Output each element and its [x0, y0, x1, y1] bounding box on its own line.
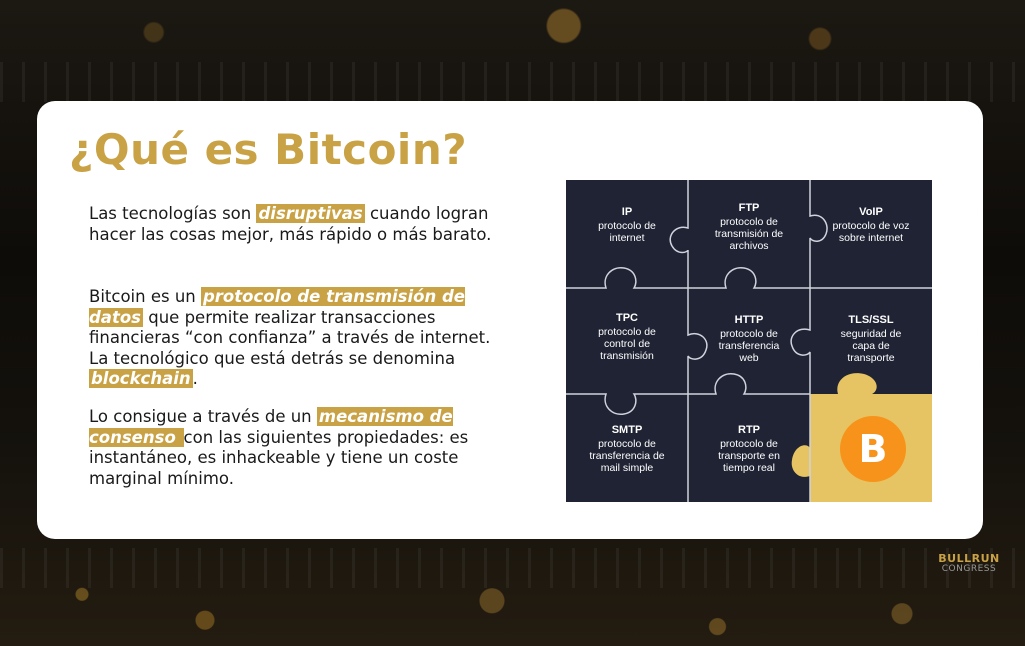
rtp-abbr: RTP	[738, 424, 760, 436]
puzzle-cell-ftp: FTP protocolo de transmisión de archivos	[688, 202, 810, 252]
puzzle-cell-ip: IP protocolo de internet	[566, 206, 688, 244]
rtp-desc: protocolo de transporte en tiempo real	[718, 438, 780, 474]
puzzle-cell-rtp: RTP protocolo de transporte en tiempo re…	[688, 424, 810, 474]
slide-title: ¿Qué es Bitcoin?	[69, 125, 468, 174]
puzzle-cell-voip: VoIP protocolo de voz sobre internet	[810, 206, 932, 244]
tls-abbr: TLS/SSL	[848, 314, 894, 326]
puzzle-cell-tpc: TPC protocolo de control de transmisión	[566, 312, 688, 362]
puzzle-cell-http: HTTP protocolo de transferencia web	[688, 314, 810, 364]
puzzle-line-h1	[566, 267, 932, 289]
background-strip-bottom	[0, 548, 1025, 588]
p2-text-after: .	[192, 369, 198, 388]
tls-desc: seguridad de capa de transporte	[840, 328, 902, 364]
paragraph-disruptive: Las tecnologías son disruptivas cuando l…	[89, 204, 499, 245]
smtp-abbr: SMTP	[611, 424, 643, 436]
protocol-puzzle: IP protocolo de internet FTP protocolo d…	[566, 180, 932, 502]
slide-card: ¿Qué es Bitcoin? Las tecnologías son dis…	[37, 101, 983, 539]
p2-text-before: Bitcoin es un	[89, 287, 201, 306]
p1-text-before: Las tecnologías son	[89, 204, 257, 223]
background-strip-top	[0, 62, 1025, 102]
puzzle-cell-smtp: SMTP protocolo de transferencia de mail …	[566, 424, 688, 474]
highlight-disruptivas: disruptivas	[256, 204, 365, 223]
logo-line2: CONGRESS	[941, 564, 997, 574]
voip-desc: protocolo de voz sobre internet	[832, 220, 910, 244]
paragraph-consensus: Lo consigue a través de un mecanismo de …	[89, 407, 499, 489]
http-desc: protocolo de transferencia web	[718, 328, 780, 364]
bitcoin-logo-icon: B	[840, 416, 906, 482]
paragraph-bitcoin-protocol: Bitcoin es un protocolo de transmisión d…	[89, 287, 499, 390]
puzzle-cell-tls: TLS/SSL seguridad de capa de transporte	[810, 314, 932, 364]
tpc-abbr: TPC	[616, 312, 638, 324]
http-abbr: HTTP	[734, 314, 764, 326]
ip-desc: protocolo de internet	[598, 220, 656, 244]
bullrun-congress-logo: BULLRUN CONGRESS	[938, 552, 1000, 574]
p3-text-before: Lo consigue a través de un	[89, 407, 317, 426]
voip-abbr: VoIP	[859, 206, 883, 218]
highlight-blockchain: blockchain	[89, 369, 193, 388]
smtp-desc: protocolo de transferencia de mail simpl…	[589, 438, 665, 474]
ftp-abbr: FTP	[738, 202, 760, 214]
tpc-desc: protocolo de control de transmisión	[598, 326, 656, 362]
ftp-desc: protocolo de transmisión de archivos	[714, 216, 784, 252]
ip-abbr: IP	[621, 206, 633, 218]
p2-text-middle: que permite realizar transacciones finan…	[89, 307, 491, 368]
